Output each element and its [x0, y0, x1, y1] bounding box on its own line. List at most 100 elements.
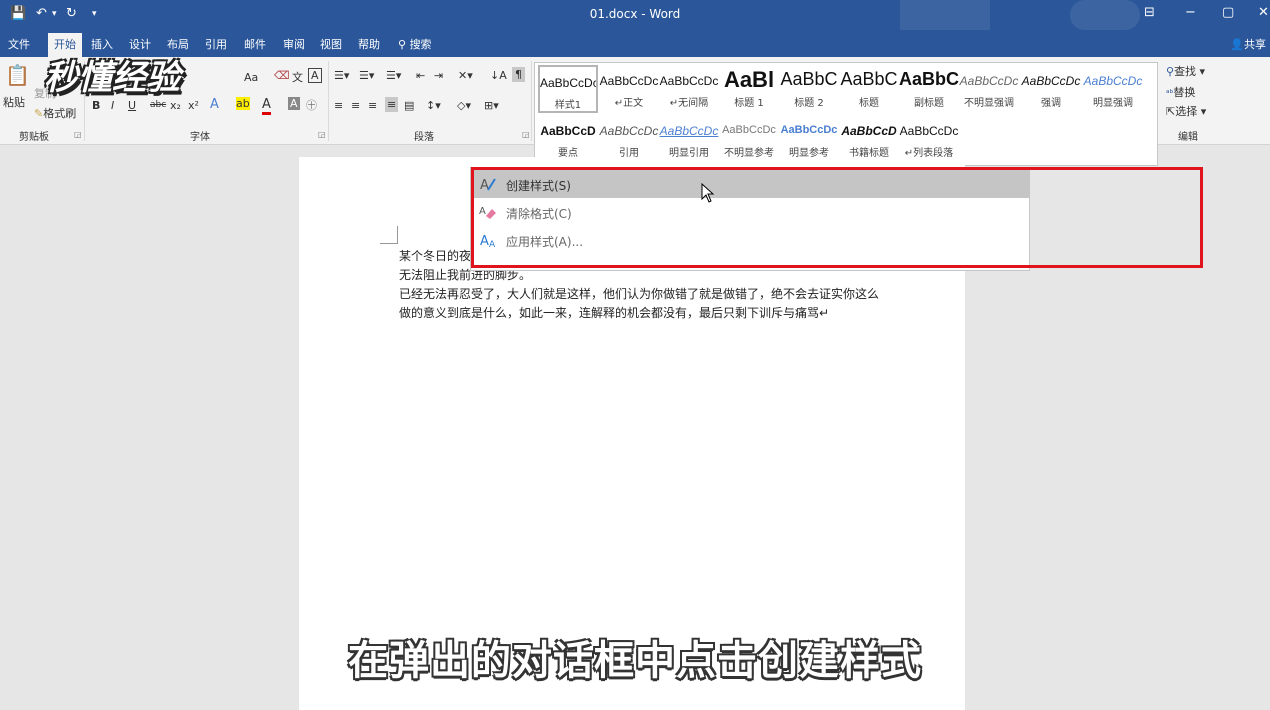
maximize-icon[interactable]: ▢ [1222, 5, 1234, 20]
style-item[interactable]: AaBbCcDc 强调 [1021, 65, 1081, 113]
style-item[interactable]: AaBl 标题 1 [719, 65, 779, 113]
styles-gallery: AaBbCcDc 样式1 AaBbCcDc ↵正文 AaBbCcDc ↵无间隔 AaB… [534, 62, 1158, 166]
person-icon: 👤 [1230, 38, 1244, 51]
style-item[interactable]: AaBbCcDc 明显强调 [1083, 65, 1143, 113]
style-item[interactable]: AaBbC 标题 2 [779, 65, 839, 113]
style-name: 明显强调 [1093, 98, 1133, 109]
style-item[interactable]: AaBbCcDc ↵正文 [599, 65, 659, 113]
style-preview: AaBbCcDc [599, 124, 659, 138]
decrease-indent-icon[interactable]: ⇤ [416, 69, 425, 82]
paragraph-group-label: 段落 [414, 132, 434, 143]
font-launcher-icon[interactable]: ◲ [318, 130, 326, 139]
justify-icon[interactable]: ≡ [385, 97, 399, 112]
style-item[interactable]: AaBbCcDc 明显参考 [779, 115, 839, 163]
tab-view[interactable]: 视图 [320, 36, 342, 52]
pointer-icon: ⇱ [1166, 105, 1176, 118]
editing-group-label: 编辑 [1178, 132, 1198, 143]
share-button[interactable]: 👤共享 [1230, 36, 1266, 52]
title-bar: 💾 ↶ ▾ ↻ ▾ 01.docx - Word ⊟ − ▢ ✕ [0, 0, 1270, 30]
distributed-icon[interactable]: ▤ [404, 99, 414, 112]
paragraph-launcher-icon[interactable]: ◲ [522, 130, 530, 139]
style-preview: AaBbCcDc [780, 124, 838, 136]
format-painter-button[interactable]: ✎格式刷 [34, 105, 76, 121]
multilevel-list-icon[interactable]: ☰▾ [386, 69, 401, 82]
margin-corner-mark [380, 226, 398, 244]
bullets-icon[interactable]: ☰▾ [334, 69, 349, 82]
char-shading-icon[interactable]: A [288, 97, 300, 110]
select-label: 选择 [1175, 105, 1198, 118]
tab-mailings[interactable]: 邮件 [244, 36, 266, 52]
shading-icon[interactable]: ◇▾ [457, 99, 471, 112]
find-button[interactable]: ⚲查找 ▾ [1166, 63, 1205, 79]
style-item[interactable]: AaBbC 副标题 [899, 65, 959, 113]
align-left-icon[interactable]: ≡ [334, 99, 343, 112]
style-item[interactable]: AaBbCcDc ↵列表段落 [899, 115, 959, 163]
select-button[interactable]: ⇱选择 ▾ [1166, 103, 1206, 119]
superscript-button[interactable]: x² [188, 99, 199, 112]
search-icon: ⚲ [398, 38, 410, 51]
style-item[interactable]: AaBbC 标题 [839, 65, 899, 113]
shrink-font-button[interactable]: Aa [244, 71, 258, 84]
enclose-char-icon[interactable]: ㊉ [306, 97, 317, 113]
minimize-icon[interactable]: − [1185, 5, 1196, 20]
borders-icon[interactable]: ⊞▾ [484, 99, 499, 112]
show-marks-icon[interactable]: ¶ [512, 67, 525, 82]
style-name: 副标题 [914, 98, 944, 109]
style-preview: AaBbCcDc [599, 74, 659, 88]
document-line[interactable]: 已经无法再忍受了，大人们就是这样，他们认为你做错了就是做错了，绝不会去证实你这么 [399, 285, 879, 302]
window-title: 01.docx - Word [589, 7, 681, 21]
style-item[interactable]: AaBbCcDc ↵无间隔 [659, 65, 719, 113]
numbering-icon[interactable]: ☰▾ [359, 69, 374, 82]
style-name: 标题 1 [734, 98, 764, 109]
line-spacing-icon[interactable]: ↕▾ [426, 99, 441, 112]
ribbon-display-icon[interactable]: ⊟ [1144, 5, 1155, 20]
highlight-icon[interactable]: ab [236, 97, 250, 110]
style-item[interactable]: AaBbCcDc 引用 [599, 115, 659, 163]
clipboard-group-label: 剪贴板 [19, 132, 49, 143]
style-preview: AaBbCcDc [659, 124, 719, 138]
style-item[interactable]: AaBbCcDc 不明显强调 [959, 65, 1019, 113]
document-line[interactable]: 某个冬日的夜 [399, 247, 471, 264]
style-item[interactable]: AaBbCcDc 明显引用 [659, 115, 719, 163]
find-icon: ⚲ [1166, 65, 1175, 78]
close-icon[interactable]: ✕ [1258, 5, 1269, 20]
sort-icon[interactable]: ↓A [490, 69, 507, 82]
subscript-button[interactable]: x₂ [170, 99, 181, 112]
style-preview: AaBbCcD [540, 124, 596, 138]
clipboard-launcher-icon[interactable]: ◲ [74, 130, 82, 139]
bold-button[interactable]: B [92, 99, 100, 112]
style-item[interactable]: AaBbCcD 要点 [538, 115, 598, 163]
paste-icon[interactable]: 📋 [5, 63, 30, 87]
replace-button[interactable]: ᵃᵇ替换 [1166, 84, 1195, 100]
strikethrough-button[interactable]: abc [150, 100, 166, 110]
font-color-icon[interactable]: A [262, 97, 271, 115]
document-line[interactable]: 做的意义到底是什么，如此一来，连解释的机会都没有，最后只剩下训斥与痛骂↵ [399, 304, 829, 321]
style-preview: AaBl [723, 67, 775, 92]
underline-button[interactable]: U [128, 99, 136, 112]
tell-me-search[interactable]: ⚲ 搜索 [398, 36, 432, 52]
italic-button[interactable]: I [111, 99, 114, 112]
style-preview: AaBbC [780, 69, 838, 89]
align-right-icon[interactable]: ≡ [368, 99, 377, 112]
tab-file[interactable]: 文件 [8, 36, 30, 52]
style-item[interactable]: AaBbCcDc 样式1 [538, 65, 598, 113]
phonetic-icon[interactable]: 文 [292, 69, 303, 85]
mouse-cursor-icon [701, 183, 715, 203]
clear-format-icon[interactable]: ⌫ [274, 69, 290, 82]
char-border-icon[interactable]: A [308, 68, 322, 83]
format-painter-label: 格式刷 [43, 107, 77, 120]
share-label: 共享 [1244, 38, 1266, 51]
style-item[interactable]: AaBbCcDc 不明显参考 [719, 115, 779, 163]
style-name: ↵无间隔 [669, 98, 709, 109]
text-effects-icon[interactable]: A [210, 97, 219, 112]
align-center-icon[interactable]: ≡ [351, 99, 360, 112]
tab-review[interactable]: 审阅 [283, 36, 305, 52]
tab-help[interactable]: 帮助 [358, 36, 380, 52]
chinese-layout-icon[interactable]: ✕▾ [458, 69, 473, 82]
tab-references[interactable]: 引用 [205, 36, 227, 52]
increase-indent-icon[interactable]: ⇥ [434, 69, 443, 82]
paste-button[interactable]: 粘贴 [3, 94, 25, 110]
style-preview: AaBbC [840, 69, 898, 89]
style-item[interactable]: AaBbCcD 书籍标题 [839, 115, 899, 163]
style-name: 样式1 [554, 100, 582, 111]
